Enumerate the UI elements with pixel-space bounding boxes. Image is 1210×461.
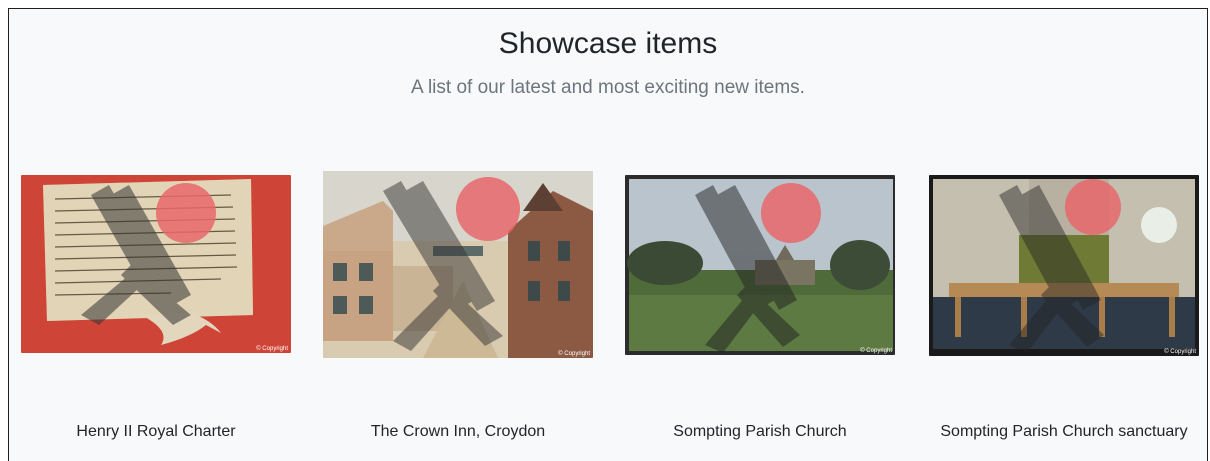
item-image[interactable]: © Copyright [625, 175, 895, 355]
item-image[interactable]: © Copyright [323, 171, 593, 358]
page-subtitle: A list of our latest and most exciting n… [411, 77, 805, 98]
showcase-card[interactable]: © Copyright Henry II Royal Charter [21, 175, 291, 440]
item-image[interactable]: © Copyright [21, 175, 291, 353]
copyright-watermark: © Copyright [256, 346, 288, 352]
item-title[interactable]: Sompting Parish Church [610, 423, 910, 441]
showcase-card[interactable]: © Copyright Sompting Parish Church [625, 175, 895, 440]
showcase-card[interactable]: © Copyright The Crown Inn, Croydon [323, 171, 593, 440]
item-title[interactable]: The Crown Inn, Croydon [308, 423, 608, 441]
item-title[interactable]: Henry II Royal Charter [6, 423, 306, 441]
copyright-watermark: © Copyright [558, 351, 590, 357]
showcase-card[interactable]: © Copyright Sompting Parish Church sanct… [929, 175, 1199, 440]
copyright-watermark: © Copyright [1164, 349, 1196, 355]
item-image[interactable]: © Copyright [929, 175, 1199, 356]
page-title: Showcase items [498, 27, 718, 60]
showcase-section: Showcase items A list of our latest and … [8, 8, 1208, 461]
item-title[interactable]: Sompting Parish Church sanctuary [914, 423, 1210, 441]
copyright-watermark: © Copyright [860, 348, 892, 354]
